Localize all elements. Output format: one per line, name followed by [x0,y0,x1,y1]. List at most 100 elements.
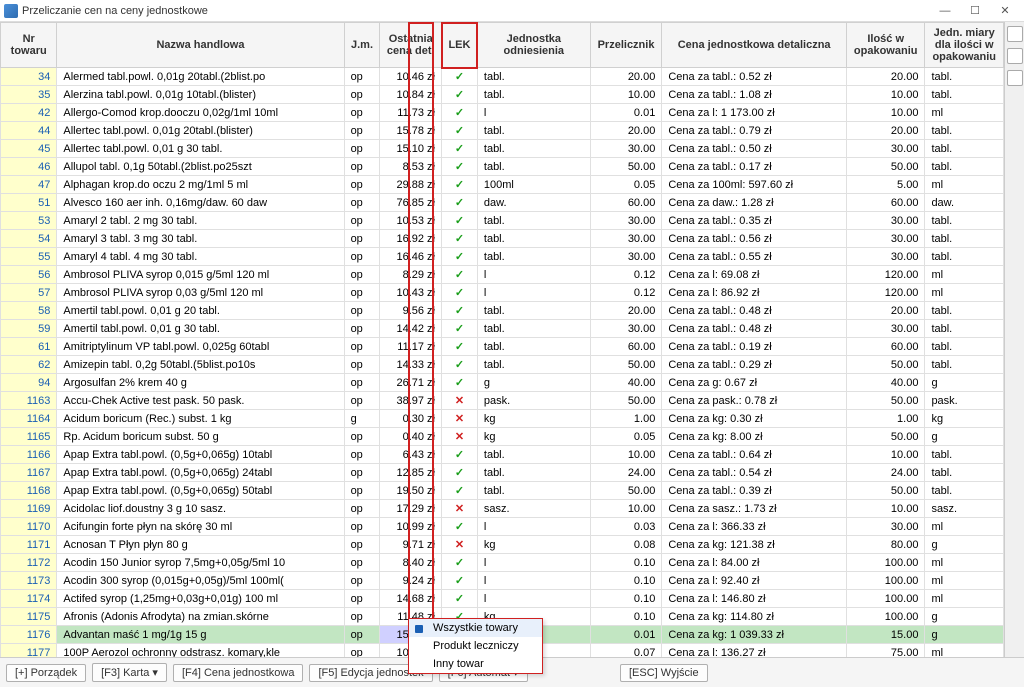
cell[interactable]: tabl. [477,140,590,158]
cell[interactable]: pask. [477,392,590,410]
table-row[interactable]: 1164Acidum boricum (Rec.) subst. 1 kgg0.… [1,410,1004,428]
cell[interactable]: Apap Extra tabl.powl. (0,5g+0,065g) 10ta… [57,446,344,464]
sidebar-btn-1[interactable] [1007,26,1023,42]
cell-lek[interactable]: ✕ [442,536,478,554]
cell[interactable]: Alermed tabl.powl. 0,01g 20tabl.(2blist.… [57,68,344,86]
cell[interactable]: Cena za tabl.: 0.17 zł [662,158,847,176]
cell[interactable]: 50.00 [590,482,662,500]
cell[interactable]: op [344,590,380,608]
cell[interactable]: l [477,518,590,536]
cell[interactable]: Ambrosol PLIVA syrop 0,015 g/5ml 120 ml [57,266,344,284]
cell[interactable]: 51 [1,194,57,212]
cell-lek[interactable]: ✓ [442,194,478,212]
cell[interactable]: 26.71 zł [380,374,442,392]
cell[interactable]: Cena za l: 146.80 zł [662,590,847,608]
cell[interactable]: 55 [1,248,57,266]
cell-lek[interactable]: ✕ [442,500,478,518]
cell[interactable]: 44 [1,122,57,140]
table-row[interactable]: 1172Acodin 150 Junior syrop 7,5mg+0,05g/… [1,554,1004,572]
table-row[interactable]: 61Amitriptylinum VP tabl.powl. 0,025g 60… [1,338,1004,356]
cell[interactable]: Apap Extra tabl.powl. (0,5g+0,065g) 24ta… [57,464,344,482]
cell[interactable]: tabl. [477,212,590,230]
table-row[interactable]: 55Amaryl 4 tabl. 4 mg 30 tabl.op16.46 zł… [1,248,1004,266]
cell[interactable]: Cena za l: 86.92 zł [662,284,847,302]
cell[interactable]: 15.10 zł [380,140,442,158]
cell[interactable]: 57 [1,284,57,302]
cell[interactable]: 100.00 [846,590,925,608]
cell[interactable]: 50.00 [590,392,662,410]
cell[interactable]: 15.78 zł [380,122,442,140]
cell[interactable]: op [344,302,380,320]
cell[interactable]: op [344,140,380,158]
table-row[interactable]: 45Allertec tabl.powl. 0,01 g 30 tabl.op1… [1,140,1004,158]
cell[interactable]: kg [477,536,590,554]
cell[interactable]: tabl. [477,122,590,140]
cell[interactable]: 14.68 zł [380,590,442,608]
cell[interactable]: Allupol tabl. 0,1g 50tabl.(2blist.po25sz… [57,158,344,176]
table-row[interactable]: 1168Apap Extra tabl.powl. (0,5g+0,065g) … [1,482,1004,500]
cell[interactable]: 10.00 [846,500,925,518]
sidebar-btn-3[interactable] [1007,70,1023,86]
cell[interactable]: 9.71 zł [380,536,442,554]
cell-lek[interactable]: ✓ [442,590,478,608]
cell[interactable]: 8.53 zł [380,158,442,176]
cell[interactable]: 40.00 [590,374,662,392]
cell[interactable]: op [344,392,380,410]
cell-lek[interactable]: ✕ [442,428,478,446]
cell[interactable]: ml [925,644,1004,658]
cell[interactable]: 50.00 [590,158,662,176]
cell[interactable]: Cena za 100ml: 597.60 zł [662,176,847,194]
cell[interactable]: tabl. [477,446,590,464]
cell[interactable]: Cena za l: 92.40 zł [662,572,847,590]
cell[interactable]: 11.73 zł [380,104,442,122]
cell[interactable]: tabl. [477,230,590,248]
cell[interactable]: Amizepin tabl. 0,2g 50tabl.(5blist.po10s [57,356,344,374]
cell[interactable]: op [344,608,380,626]
cell[interactable]: ml [925,266,1004,284]
col-jm[interactable]: J.m. [344,23,380,68]
cell[interactable]: 30.00 [846,140,925,158]
cell[interactable]: Amaryl 2 tabl. 2 mg 30 tabl. [57,212,344,230]
cell[interactable]: 10.00 [590,446,662,464]
cell[interactable]: Cena za tabl.: 0.48 zł [662,302,847,320]
table-row[interactable]: 47Alphagan krop.do oczu 2 mg/1ml 5 mlop2… [1,176,1004,194]
cell[interactable]: l [477,104,590,122]
cell[interactable]: Apap Extra tabl.powl. (0,5g+0,065g) 50ta… [57,482,344,500]
cell-lek[interactable]: ✓ [442,158,478,176]
cell[interactable]: g [925,428,1004,446]
cell[interactable]: op [344,572,380,590]
cell[interactable]: 76.85 zł [380,194,442,212]
cell[interactable]: tabl. [925,158,1004,176]
cell[interactable]: 0.01 [590,626,662,644]
cell[interactable]: 15.00 [846,626,925,644]
cell[interactable]: tabl. [477,68,590,86]
cell[interactable]: op [344,518,380,536]
cell[interactable]: l [477,572,590,590]
cell[interactable]: kg [477,410,590,428]
cell[interactable]: 1.00 [590,410,662,428]
cell[interactable]: 0.08 [590,536,662,554]
cell-lek[interactable]: ✓ [442,122,478,140]
cell[interactable]: tabl. [925,86,1004,104]
cell[interactable]: op [344,554,380,572]
cell-lek[interactable]: ✓ [442,374,478,392]
cell[interactable]: g [344,410,380,428]
cell-lek[interactable]: ✓ [442,356,478,374]
cell[interactable]: 30.00 [590,212,662,230]
cell-lek[interactable]: ✓ [442,572,478,590]
cell-lek[interactable]: ✓ [442,248,478,266]
cell[interactable]: Allertec tabl.powl. 0,01g 20tabl.(bliste… [57,122,344,140]
btn-card[interactable]: [F3] Karta ▾ [92,663,167,682]
cell[interactable]: 10.00 [590,86,662,104]
cell[interactable]: 30.00 [846,230,925,248]
table-row[interactable]: 1171Acnosan T Płyn płyn 80 gop9.71 zł✕kg… [1,536,1004,554]
cell[interactable]: Accu-Chek Active test pask. 50 pask. [57,392,344,410]
cell[interactable]: Cena za tabl.: 0.64 zł [662,446,847,464]
cell[interactable]: op [344,500,380,518]
cell[interactable]: 20.00 [846,68,925,86]
cell[interactable]: 1177 [1,644,57,658]
cell[interactable]: 16.92 zł [380,230,442,248]
cell[interactable]: op [344,158,380,176]
cell[interactable]: 40.00 [846,374,925,392]
cell[interactable]: 100.00 [846,608,925,626]
